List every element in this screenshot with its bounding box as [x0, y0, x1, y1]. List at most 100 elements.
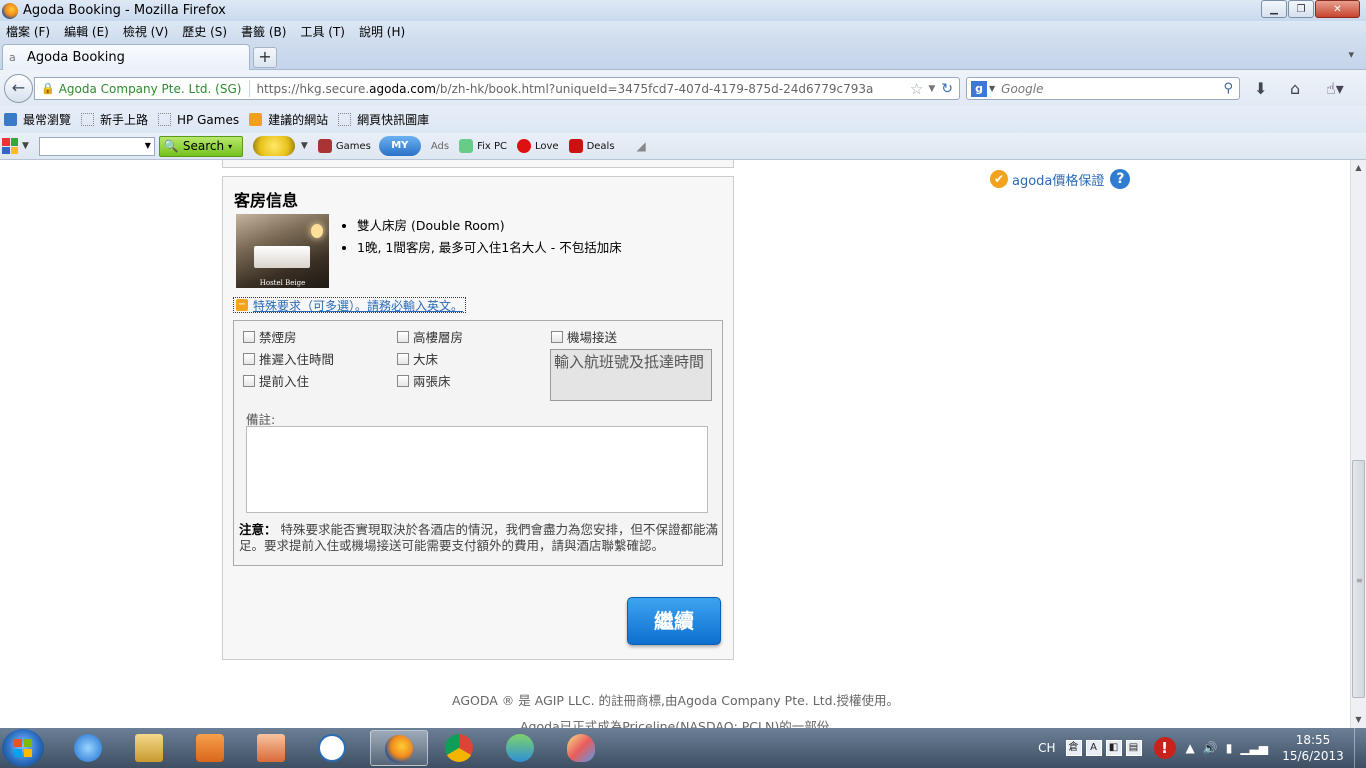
taskbar-paint[interactable]: [553, 730, 611, 766]
collapse-minus-icon: −: [236, 299, 248, 311]
airport-transfer-checkbox[interactable]: 機場接送: [551, 327, 617, 346]
high-floor-checkbox[interactable]: 高樓層房: [397, 327, 463, 346]
toolbar-love[interactable]: Love: [516, 139, 559, 153]
taskbar-hp[interactable]: [304, 730, 362, 766]
menu-help[interactable]: 說明 (H): [359, 23, 405, 40]
network-icon[interactable]: ▁▃▅: [1240, 741, 1268, 755]
toolbar-search-button[interactable]: 🔍 Search ▾: [158, 135, 243, 157]
show-hidden-icons-icon[interactable]: ▲: [1186, 741, 1195, 755]
engine-dropdown-icon[interactable]: ▼: [989, 84, 995, 93]
menu-bookmarks[interactable]: 書籤 (B): [241, 23, 286, 40]
url-text[interactable]: https://hkg.secure.agoda.com/b/zh-hk/boo…: [256, 82, 909, 96]
ime-font-icon[interactable]: A: [1085, 740, 1102, 756]
taskbar-media-player[interactable]: [182, 730, 240, 766]
checkbox-box[interactable]: [397, 330, 409, 343]
close-button[interactable]: ✕: [1315, 0, 1360, 18]
vertical-scrollbar[interactable]: ▲ ≡ ▼: [1350, 160, 1366, 728]
tab-list-icon[interactable]: ▾: [1348, 48, 1354, 61]
url-bar[interactable]: 🔒 Agoda Company Pte. Ltd. (SG) https://h…: [34, 77, 960, 100]
power-icon[interactable]: ▮: [1226, 741, 1233, 755]
start-button[interactable]: [2, 729, 44, 767]
taskbar-ie[interactable]: [60, 730, 118, 766]
tag-icon: [568, 139, 583, 153]
early-checkin-checkbox[interactable]: 提前入住: [243, 371, 309, 390]
twin-beds-checkbox[interactable]: 兩張床: [397, 371, 451, 390]
checkbox-box[interactable]: [243, 374, 255, 387]
taskbar-messenger[interactable]: [492, 730, 550, 766]
action-center-alert-icon[interactable]: !: [1153, 737, 1176, 759]
checkbox-box[interactable]: [243, 330, 255, 343]
toolbar-search-combo[interactable]: [38, 136, 155, 156]
remark-textarea[interactable]: [246, 426, 708, 513]
search-magnifier-icon[interactable]: ⚲: [1223, 81, 1233, 96]
bookmark-star-icon[interactable]: ☆: [910, 80, 923, 98]
addon-hand-icon[interactable]: ☝▾: [1326, 79, 1344, 98]
language-indicator[interactable]: CH: [1038, 741, 1055, 755]
checkbox-box[interactable]: [397, 352, 409, 365]
special-requests-link[interactable]: 特殊要求（可多選）。請務必輸入英文。: [253, 297, 463, 314]
toolbar-my-button[interactable]: MY: [378, 136, 421, 156]
toolbar-fix-pc[interactable]: Fix PC: [459, 139, 507, 153]
checkbox-box[interactable]: [551, 330, 563, 343]
bookmark-getting-started[interactable]: 新手上路: [81, 111, 148, 128]
continue-button[interactable]: 繼續: [627, 597, 721, 645]
menu-edit[interactable]: 編輯 (E): [64, 23, 109, 40]
special-requests-toggle[interactable]: − 特殊要求（可多選）。請務必輸入英文。: [233, 297, 467, 314]
bookmark-most-visited[interactable]: 最常瀏覽: [4, 111, 71, 128]
logo-dropdown-icon[interactable]: ▼: [22, 141, 29, 151]
taskbar-explorer[interactable]: [121, 730, 179, 766]
site-identity[interactable]: Agoda Company Pte. Ltd. (SG): [59, 82, 242, 96]
smiley-face-icon[interactable]: [252, 136, 295, 156]
minimize-button[interactable]: ▁: [1261, 0, 1287, 18]
room-photo[interactable]: Hostel Beige: [236, 214, 329, 288]
menu-view[interactable]: 檢視 (V): [123, 23, 168, 40]
non-smoking-checkbox[interactable]: 禁煙房: [243, 327, 297, 346]
ime-half-width-icon[interactable]: ◧: [1105, 740, 1122, 756]
eraser-icon[interactable]: ◢: [637, 139, 646, 153]
taskbar-hp-app[interactable]: [243, 730, 301, 766]
large-bed-checkbox[interactable]: 大床: [397, 349, 438, 368]
menu-tools[interactable]: 工具 (T): [300, 23, 345, 40]
volume-icon[interactable]: 🔊: [1203, 741, 1218, 755]
reload-icon[interactable]: ↻: [941, 81, 953, 97]
clock-date: 15/6/2013: [1282, 749, 1344, 763]
messenger-icon: [506, 734, 534, 762]
menu-history[interactable]: 歷史 (S): [182, 23, 227, 40]
bookmark-web-slice-gallery[interactable]: 網頁快訊圖庫: [338, 111, 429, 128]
toolbar-logo-icon[interactable]: [2, 138, 18, 154]
toolbar-games[interactable]: Games: [317, 139, 371, 153]
help-icon[interactable]: ?: [1110, 169, 1131, 189]
scroll-up-arrow-icon[interactable]: ▲: [1351, 160, 1366, 176]
price-guarantee-link[interactable]: agoda價格保證: [1012, 170, 1104, 189]
scroll-down-arrow-icon[interactable]: ▼: [1351, 712, 1366, 728]
show-desktop-button[interactable]: [1354, 728, 1366, 768]
home-icon[interactable]: ⌂: [1290, 79, 1300, 98]
footer-priceline: Agoda已正式成為Priceline(NASDAQ: PCLN)的一部份: [520, 719, 830, 728]
back-button[interactable]: ←: [4, 74, 33, 103]
checkbox-box[interactable]: [243, 352, 255, 365]
download-icon[interactable]: ⬇: [1254, 79, 1267, 98]
bookmark-hp-games[interactable]: HP Games: [158, 113, 239, 127]
bed-graphic: [254, 246, 310, 268]
price-guarantee[interactable]: ✔ agoda價格保證 ?: [990, 169, 1131, 189]
tab-agoda-booking[interactable]: a Agoda Booking: [2, 44, 250, 70]
menu-file[interactable]: 檔案 (F): [6, 23, 50, 40]
toolbar-deals[interactable]: Deals: [568, 139, 615, 153]
taskbar-chrome[interactable]: [431, 730, 489, 766]
google-engine-icon[interactable]: g: [971, 80, 987, 97]
ime-menu-icon[interactable]: ▤: [1125, 740, 1142, 756]
face-dropdown-icon[interactable]: ▼: [301, 141, 308, 151]
ime-icon[interactable]: 倉: [1065, 740, 1082, 756]
bookmark-suggested-sites[interactable]: 建議的網站: [249, 111, 328, 128]
checkbox-box[interactable]: [397, 374, 409, 387]
late-checkin-checkbox[interactable]: 推遲入住時間: [243, 349, 334, 368]
clock[interactable]: 18:55 15/6/2013: [1276, 732, 1350, 764]
scroll-thumb[interactable]: ≡: [1352, 460, 1365, 698]
taskbar-firefox[interactable]: [370, 730, 428, 766]
url-dropdown-icon[interactable]: ▼: [928, 84, 935, 94]
search-bar[interactable]: g ▼ Google ⚲: [966, 77, 1240, 100]
flight-info-input[interactable]: 輸入航班號及抵達時間: [550, 349, 712, 401]
new-tab-button[interactable]: +: [253, 47, 277, 68]
search-input[interactable]: Google: [1001, 82, 1223, 96]
restore-button[interactable]: ❐: [1288, 0, 1314, 18]
